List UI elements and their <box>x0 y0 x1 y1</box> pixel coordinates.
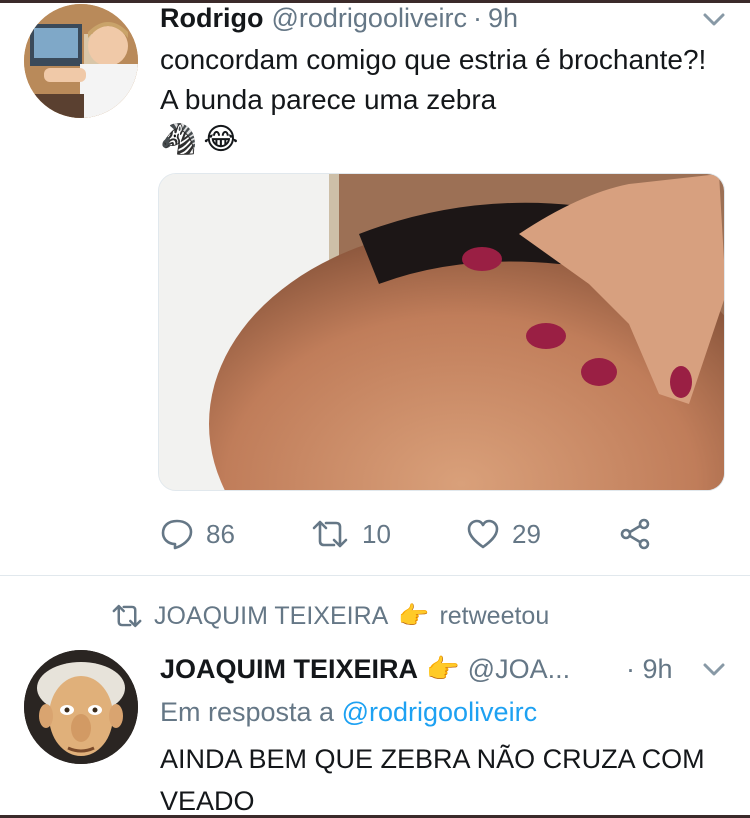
reply-action[interactable]: 86 <box>160 512 235 556</box>
retweet-label: retweetou <box>439 601 550 630</box>
like-action[interactable]: 29 <box>466 512 541 556</box>
separator-dot: · <box>472 2 482 33</box>
timestamp[interactable]: · 9h <box>626 650 673 688</box>
retweet-icon <box>312 520 348 548</box>
zebra-emoji: 🦓 <box>160 123 198 156</box>
tweet-actions: 86 10 29 <box>160 512 680 556</box>
tweet-image[interactable] <box>158 173 725 491</box>
retweet-action[interactable]: 10 <box>310 512 391 556</box>
author-name[interactable]: Rodrigo <box>160 3 263 34</box>
author-handle[interactable]: @rodrigooliveirc <box>271 3 466 34</box>
chevron-down-icon[interactable] <box>700 10 728 30</box>
chevron-down-icon[interactable] <box>700 660 728 680</box>
reply-count: 86 <box>206 518 235 549</box>
tweet-text: AINDA BEM QUE ZEBRA NÃO CRUZA COM VEADO <box>160 744 705 816</box>
reply-icon <box>161 519 193 550</box>
tweet-header: JOAQUIM TEIXEIRA 👉 @JOA... <box>160 650 570 688</box>
retweet-count: 10 <box>362 518 391 549</box>
like-icon <box>467 519 499 549</box>
reply-context: Em resposta a @rodrigooliveirc <box>160 697 537 728</box>
reply-prefix: Em resposta a <box>160 697 335 727</box>
avatar[interactable] <box>24 650 138 764</box>
pointing-emoji: 👉 <box>398 601 430 630</box>
timestamp[interactable]: 9h <box>488 3 518 34</box>
reply-handle-link[interactable]: @rodrigooliveirc <box>342 697 537 727</box>
tweet-header: Rodrigo @rodrigooliveirc · 9h <box>160 0 518 36</box>
tweet-emojis: 🦓 😂 <box>160 122 238 158</box>
like-count: 29 <box>512 518 541 549</box>
pointing-emoji: 👉 <box>426 654 460 684</box>
retweet-icon <box>112 604 142 628</box>
tweet-divider <box>0 575 750 576</box>
retweeter-name[interactable]: JOAQUIM TEIXEIRA <box>154 602 388 631</box>
retweet-banner: JOAQUIM TEIXEIRA 👉 retweetou <box>110 598 549 634</box>
laughing-emoji: 😂 <box>203 123 239 156</box>
tweet-text: concordam comigo que estria é brochante?… <box>160 44 707 115</box>
author-name[interactable]: JOAQUIM TEIXEIRA <box>160 654 418 685</box>
author-handle[interactable]: @JOA... <box>468 654 570 685</box>
avatar[interactable] <box>24 4 138 118</box>
share-icon <box>620 518 650 550</box>
share-action[interactable] <box>618 512 652 556</box>
